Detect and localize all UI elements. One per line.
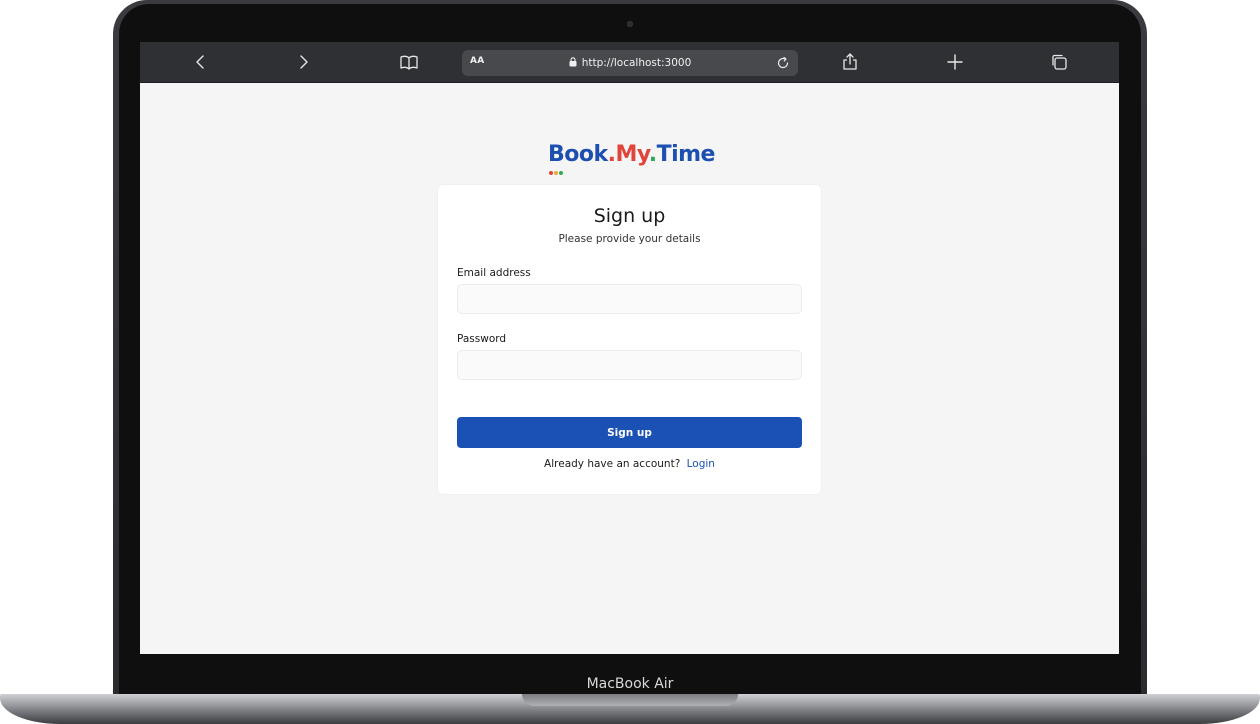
logo-dot-2: .	[648, 142, 657, 167]
password-field[interactable]	[457, 350, 802, 380]
signup-button[interactable]: Sign up	[457, 417, 802, 448]
plus-icon[interactable]	[943, 50, 967, 74]
tabs-icon[interactable]	[1047, 50, 1071, 74]
logo-dot-1: .	[607, 142, 616, 167]
login-link[interactable]: Login	[687, 458, 715, 470]
lock-icon	[569, 56, 577, 70]
page-subtitle: Please provide your details	[558, 233, 701, 245]
signup-card: Sign up Please provide your details Emai…	[438, 185, 821, 494]
address-bar[interactable]: AA http://localhost:3000	[462, 50, 798, 76]
logo-dots-icon	[549, 171, 563, 175]
logo-part-time: Time	[656, 142, 716, 167]
url-text: http://localhost:3000	[581, 57, 692, 69]
login-prompt: Already have an account? Login	[438, 458, 821, 470]
url-display[interactable]: http://localhost:3000	[462, 50, 798, 76]
book-icon[interactable]	[397, 50, 421, 74]
browser-toolbar: AA http://localhost:3000	[140, 42, 1119, 83]
email-field[interactable]	[457, 284, 802, 314]
device-label: MacBook Air	[586, 676, 674, 692]
reload-icon[interactable]	[774, 54, 792, 72]
password-label: Password	[457, 333, 507, 345]
laptop-notch	[522, 694, 738, 706]
browser-window: AA http://localhost:3000 Book.My.Time Si…	[140, 42, 1119, 654]
chevron-left-icon[interactable]	[188, 50, 212, 74]
page-title: Sign up	[593, 205, 666, 227]
logo-part-my: My	[615, 142, 650, 167]
email-label: Email address	[457, 267, 531, 279]
logo-part-book: Book	[548, 142, 608, 167]
login-prompt-text: Already have an account?	[544, 458, 681, 470]
share-icon[interactable]	[838, 50, 862, 74]
camera-icon	[627, 21, 633, 27]
brand-logo[interactable]: Book.My.Time	[548, 142, 715, 167]
chevron-right-icon[interactable]	[292, 50, 316, 74]
